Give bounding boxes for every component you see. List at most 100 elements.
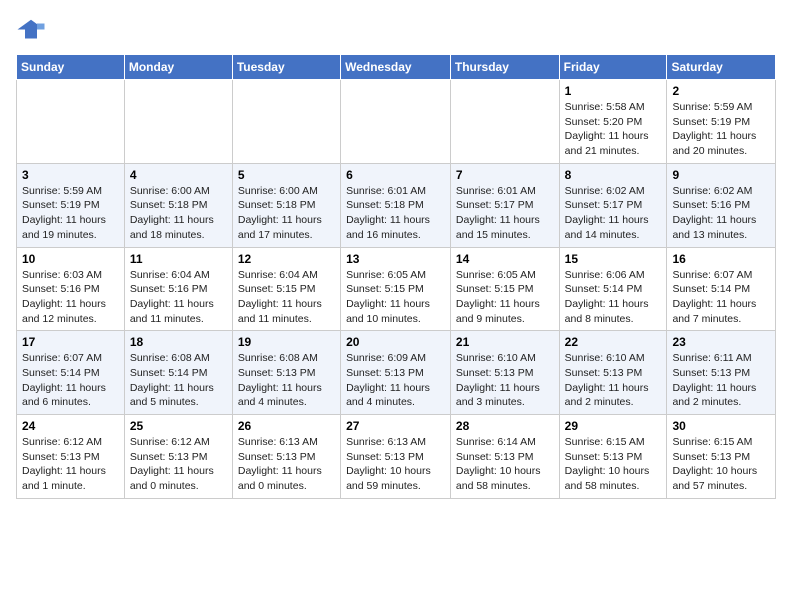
day-number: 4 (130, 168, 227, 182)
day-info: Sunrise: 6:13 AMSunset: 5:13 PMDaylight:… (238, 435, 335, 494)
calendar-cell: 28 Sunrise: 6:14 AMSunset: 5:13 PMDayligh… (450, 415, 559, 499)
day-number: 18 (130, 335, 227, 349)
day-info: Sunrise: 6:15 AMSunset: 5:13 PMDaylight:… (672, 435, 770, 494)
day-number: 22 (565, 335, 662, 349)
calendar-cell: 1 Sunrise: 5:58 AMSunset: 5:20 PMDaylight… (559, 80, 667, 164)
day-number: 30 (672, 419, 770, 433)
day-info: Sunrise: 6:05 AMSunset: 5:15 PMDaylight:… (456, 268, 554, 327)
calendar-cell: 29 Sunrise: 6:15 AMSunset: 5:13 PMDayligh… (559, 415, 667, 499)
calendar-cell (232, 80, 340, 164)
calendar-cell: 7 Sunrise: 6:01 AMSunset: 5:17 PMDaylight… (450, 163, 559, 247)
day-info: Sunrise: 5:59 AMSunset: 5:19 PMDaylight:… (672, 100, 770, 159)
calendar-week-2: 3Sunrise: 5:59 AMSunset: 5:19 PMDaylight… (17, 163, 776, 247)
day-header-monday: Monday (124, 55, 232, 80)
calendar-table: SundayMondayTuesdayWednesdayThursdayFrid… (16, 54, 776, 499)
calendar-week-5: 24 Sunrise: 6:12 AMSunset: 5:13 PMDayligh… (17, 415, 776, 499)
calendar-week-3: 10 Sunrise: 6:03 AMSunset: 5:16 PMDayligh… (17, 247, 776, 331)
day-number: 25 (130, 419, 227, 433)
day-info: Sunrise: 6:08 AMSunset: 5:13 PMDaylight:… (238, 351, 335, 410)
day-info: Sunrise: 6:00 AMSunset: 5:18 PMDaylight:… (130, 184, 227, 243)
calendar-cell: 26 Sunrise: 6:13 AMSunset: 5:13 PMDayligh… (232, 415, 340, 499)
calendar-cell: 24 Sunrise: 6:12 AMSunset: 5:13 PMDayligh… (17, 415, 125, 499)
day-info: Sunrise: 6:05 AMSunset: 5:15 PMDaylight:… (346, 268, 445, 327)
day-number: 9 (672, 168, 770, 182)
day-number: 20 (346, 335, 445, 349)
calendar-cell: 4 Sunrise: 6:00 AMSunset: 5:18 PMDaylight… (124, 163, 232, 247)
calendar-cell: 5 Sunrise: 6:00 AMSunset: 5:18 PMDaylight… (232, 163, 340, 247)
day-info: Sunrise: 6:11 AMSunset: 5:13 PMDaylight:… (672, 351, 770, 410)
calendar-cell: 14 Sunrise: 6:05 AMSunset: 5:15 PMDayligh… (450, 247, 559, 331)
day-info: Sunrise: 6:04 AMSunset: 5:15 PMDaylight:… (238, 268, 335, 327)
day-header-sunday: Sunday (17, 55, 125, 80)
day-number: 8 (565, 168, 662, 182)
calendar-cell: 19 Sunrise: 6:08 AMSunset: 5:13 PMDayligh… (232, 331, 340, 415)
day-info: Sunrise: 6:15 AMSunset: 5:13 PMDaylight:… (565, 435, 662, 494)
day-info: Sunrise: 6:13 AMSunset: 5:13 PMDaylight:… (346, 435, 445, 494)
calendar-cell: 2Sunrise: 5:59 AMSunset: 5:19 PMDaylight… (667, 80, 776, 164)
day-number: 17 (22, 335, 119, 349)
day-info: Sunrise: 6:14 AMSunset: 5:13 PMDaylight:… (456, 435, 554, 494)
calendar-cell (450, 80, 559, 164)
day-info: Sunrise: 6:01 AMSunset: 5:17 PMDaylight:… (456, 184, 554, 243)
day-number: 1 (565, 84, 662, 98)
calendar-cell: 6 Sunrise: 6:01 AMSunset: 5:18 PMDaylight… (341, 163, 451, 247)
day-header-thursday: Thursday (450, 55, 559, 80)
day-number: 15 (565, 252, 662, 266)
day-info: Sunrise: 6:06 AMSunset: 5:14 PMDaylight:… (565, 268, 662, 327)
day-info: Sunrise: 6:02 AMSunset: 5:17 PMDaylight:… (565, 184, 662, 243)
day-number: 12 (238, 252, 335, 266)
calendar-cell: 23 Sunrise: 6:11 AMSunset: 5:13 PMDayligh… (667, 331, 776, 415)
calendar-week-4: 17 Sunrise: 6:07 AMSunset: 5:14 PMDayligh… (17, 331, 776, 415)
day-number: 27 (346, 419, 445, 433)
day-info: Sunrise: 6:07 AMSunset: 5:14 PMDaylight:… (22, 351, 119, 410)
calendar-cell: 30 Sunrise: 6:15 AMSunset: 5:13 PMDayligh… (667, 415, 776, 499)
day-info: Sunrise: 6:03 AMSunset: 5:16 PMDaylight:… (22, 268, 119, 327)
day-number: 26 (238, 419, 335, 433)
day-info: Sunrise: 6:09 AMSunset: 5:13 PMDaylight:… (346, 351, 445, 410)
day-info: Sunrise: 6:07 AMSunset: 5:14 PMDaylight:… (672, 268, 770, 327)
day-info: Sunrise: 6:10 AMSunset: 5:13 PMDaylight:… (565, 351, 662, 410)
day-header-saturday: Saturday (667, 55, 776, 80)
day-number: 7 (456, 168, 554, 182)
calendar-week-1: 1 Sunrise: 5:58 AMSunset: 5:20 PMDaylight… (17, 80, 776, 164)
day-info: Sunrise: 6:12 AMSunset: 5:13 PMDaylight:… (22, 435, 119, 494)
day-number: 13 (346, 252, 445, 266)
calendar-cell: 9 Sunrise: 6:02 AMSunset: 5:16 PMDaylight… (667, 163, 776, 247)
calendar-cell: 18 Sunrise: 6:08 AMSunset: 5:14 PMDayligh… (124, 331, 232, 415)
day-number: 19 (238, 335, 335, 349)
day-number: 14 (456, 252, 554, 266)
day-info: Sunrise: 6:12 AMSunset: 5:13 PMDaylight:… (130, 435, 227, 494)
day-info: Sunrise: 6:00 AMSunset: 5:18 PMDaylight:… (238, 184, 335, 243)
day-info: Sunrise: 6:02 AMSunset: 5:16 PMDaylight:… (672, 184, 770, 243)
day-number: 10 (22, 252, 119, 266)
day-number: 6 (346, 168, 445, 182)
calendar-cell: 8 Sunrise: 6:02 AMSunset: 5:17 PMDaylight… (559, 163, 667, 247)
calendar-cell: 10 Sunrise: 6:03 AMSunset: 5:16 PMDayligh… (17, 247, 125, 331)
day-number: 23 (672, 335, 770, 349)
calendar-cell: 12 Sunrise: 6:04 AMSunset: 5:15 PMDayligh… (232, 247, 340, 331)
calendar-cell: 17 Sunrise: 6:07 AMSunset: 5:14 PMDayligh… (17, 331, 125, 415)
calendar-cell: 13 Sunrise: 6:05 AMSunset: 5:15 PMDayligh… (341, 247, 451, 331)
day-number: 16 (672, 252, 770, 266)
day-number: 29 (565, 419, 662, 433)
day-number: 24 (22, 419, 119, 433)
logo-icon (16, 16, 46, 46)
calendar-cell: 16 Sunrise: 6:07 AMSunset: 5:14 PMDayligh… (667, 247, 776, 331)
calendar-cell: 25 Sunrise: 6:12 AMSunset: 5:13 PMDayligh… (124, 415, 232, 499)
day-info: Sunrise: 6:01 AMSunset: 5:18 PMDaylight:… (346, 184, 445, 243)
day-info: Sunrise: 5:59 AMSunset: 5:19 PMDaylight:… (22, 184, 119, 243)
calendar-cell: 3Sunrise: 5:59 AMSunset: 5:19 PMDaylight… (17, 163, 125, 247)
day-info: Sunrise: 6:04 AMSunset: 5:16 PMDaylight:… (130, 268, 227, 327)
day-header-wednesday: Wednesday (341, 55, 451, 80)
day-info: Sunrise: 5:58 AMSunset: 5:20 PMDaylight:… (565, 100, 662, 159)
calendar-header-row: SundayMondayTuesdayWednesdayThursdayFrid… (17, 55, 776, 80)
day-number: 5 (238, 168, 335, 182)
calendar-cell: 11Sunrise: 6:04 AMSunset: 5:16 PMDayligh… (124, 247, 232, 331)
calendar-cell (17, 80, 125, 164)
calendar-cell: 27 Sunrise: 6:13 AMSunset: 5:13 PMDayligh… (341, 415, 451, 499)
day-number: 28 (456, 419, 554, 433)
calendar-cell: 20 Sunrise: 6:09 AMSunset: 5:13 PMDayligh… (341, 331, 451, 415)
calendar-cell (341, 80, 451, 164)
calendar-cell: 15 Sunrise: 6:06 AMSunset: 5:14 PMDayligh… (559, 247, 667, 331)
day-info: Sunrise: 6:08 AMSunset: 5:14 PMDaylight:… (130, 351, 227, 410)
